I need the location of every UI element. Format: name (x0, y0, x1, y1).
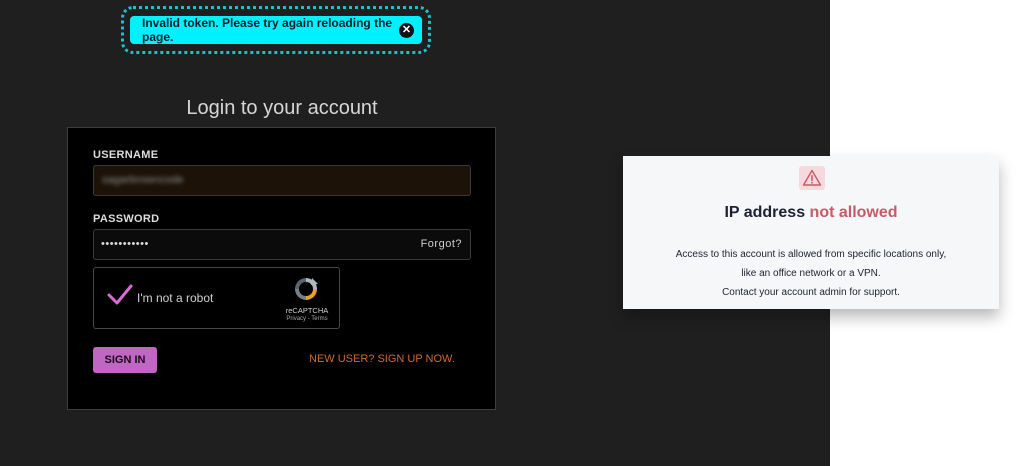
ip-not-allowed-card: IP address not allowed Access to this ac… (623, 156, 999, 309)
login-form: USERNAME sagarbrowncode PASSWORD •••••••… (67, 127, 496, 410)
password-input[interactable]: ••••••••••• Forgot? (93, 229, 471, 260)
toast-highlight-outline: Invalid token. Please try again reloadin… (121, 6, 431, 54)
sign-in-button[interactable]: SIGN IN (93, 347, 157, 373)
forgot-password-link[interactable]: Forgot? (421, 230, 462, 259)
password-value: ••••••••••• (101, 238, 149, 250)
page-title: Login to your account (186, 97, 378, 119)
ip-error-message-line: like an office network or a VPN. (741, 268, 881, 279)
password-label: PASSWORD (93, 213, 160, 225)
recaptcha-terms-link[interactable]: Privacy - Terms (282, 316, 332, 322)
ip-error-title-accent: not allowed (809, 204, 898, 221)
warning-triangle-icon (802, 169, 822, 186)
recaptcha-widget: I'm not a robot reCAPTCHA Privacy - Term… (93, 267, 340, 329)
recaptcha-logo-icon (295, 278, 318, 300)
username-label: USERNAME (93, 149, 159, 161)
ip-error-title-main: IP address (724, 204, 810, 221)
warning-badge (799, 166, 825, 190)
checkmark-icon[interactable] (107, 283, 133, 307)
close-icon[interactable]: ✕ (399, 23, 414, 38)
ip-error-message-line: Contact your account admin for support. (722, 287, 900, 298)
error-toast: Invalid token. Please try again reloadin… (130, 16, 422, 44)
sign-up-link[interactable]: NEW USER? SIGN UP NOW. (309, 353, 455, 365)
recaptcha-label: I'm not a robot (137, 291, 214, 305)
ip-error-message-line: Access to this account is allowed from s… (675, 249, 947, 260)
username-value: sagarbrowncode (102, 174, 184, 186)
username-input[interactable]: sagarbrowncode (93, 165, 471, 196)
recaptcha-brand: reCAPTCHA (285, 306, 329, 315)
toast-message: Invalid token. Please try again reloadin… (142, 16, 393, 44)
ip-error-title: IP address not allowed (623, 204, 999, 222)
